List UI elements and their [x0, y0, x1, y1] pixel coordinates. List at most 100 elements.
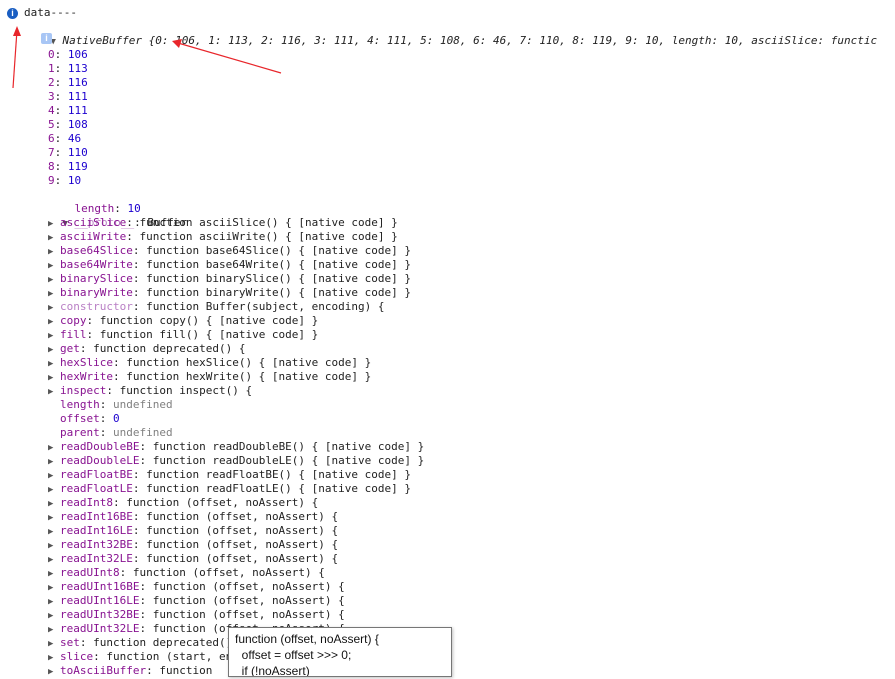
member-value: function (offset, noAssert) { — [126, 496, 319, 509]
proto-member-row[interactable]: ▶ readInt16LE: function (offset, noAssert… — [48, 524, 338, 538]
expand-triangle-icon[interactable]: ▶ — [48, 217, 60, 231]
proto-member-row[interactable]: ▶ get: function deprecated() { — [48, 342, 245, 356]
expand-triangle-icon[interactable]: ▶ — [48, 273, 60, 287]
expand-triangle-icon[interactable]: ▶ — [48, 287, 60, 301]
expand-triangle-icon[interactable]: ▶ — [48, 483, 60, 497]
proto-member-row[interactable]: ▶ base64Slice: function base64Slice() { [… — [48, 244, 411, 258]
member-key: offset — [60, 412, 100, 425]
expand-triangle-icon[interactable]: ▶ — [48, 511, 60, 525]
index-value: 116 — [67, 76, 88, 89]
proto-member-row[interactable]: ▶ readUInt16LE: function (offset, noAsser… — [48, 594, 345, 608]
expand-triangle-icon[interactable]: ▶ — [48, 245, 60, 259]
index-value: 111 — [67, 90, 88, 103]
expand-triangle-icon[interactable]: ▶ — [48, 637, 60, 651]
proto-member-row[interactable]: ▶ readDoubleLE: function readDoubleLE() {… — [48, 454, 424, 468]
expand-triangle-icon[interactable]: ▶ — [48, 665, 60, 679]
proto-member-row[interactable]: ▶ hexWrite: function hexWrite() { [native… — [48, 370, 371, 384]
member-value: undefined — [113, 426, 173, 439]
expand-triangle-icon[interactable]: ▶ — [48, 301, 60, 315]
log-label: data---- — [24, 6, 77, 19]
expand-triangle-icon[interactable]: ▶ — [48, 525, 60, 539]
member-value: function (offset, noAssert) { — [146, 524, 339, 537]
proto-member-row[interactable]: ▶ asciiSlice: function asciiSlice() { [na… — [48, 216, 398, 230]
expand-triangle-icon[interactable]: ▶ — [48, 539, 60, 553]
expand-triangle-icon[interactable]: ▶ — [48, 385, 60, 399]
proto-member-row[interactable]: ▶ hexSlice: function hexSlice() { [native… — [48, 356, 371, 370]
index-value: 113 — [67, 62, 88, 75]
proto-member-row[interactable]: ▶ base64Write: function base64Write() { [… — [48, 258, 411, 272]
proto-member-row[interactable]: ▶ toAsciiBuffer: function — [48, 664, 212, 678]
expand-triangle-icon[interactable]: ▶ — [48, 259, 60, 273]
member-value: function hexWrite() { [native code] } — [126, 370, 372, 383]
member-key: binaryWrite — [60, 286, 133, 299]
member-key: slice — [60, 650, 94, 663]
index-value: 10 — [67, 174, 82, 187]
proto-member-row[interactable]: ▶ readInt8: function (offset, noAssert) { — [48, 496, 318, 510]
expand-triangle-icon[interactable]: ▶ — [48, 609, 60, 623]
expand-triangle-icon[interactable]: ▶ — [48, 651, 60, 665]
index-row: 9: 10 — [48, 174, 82, 187]
index-value: 46 — [67, 132, 82, 145]
member-value: function base64Write() { [native code] } — [146, 258, 412, 271]
member-value: function deprecated() { — [93, 342, 246, 355]
member-key: readDoubleBE — [60, 440, 140, 453]
proto-member-row[interactable]: ▶ readUInt8: function (offset, noAssert) … — [48, 566, 325, 580]
expand-triangle-icon[interactable]: ▶ — [48, 623, 60, 637]
info-badge-icon[interactable]: i — [41, 33, 52, 44]
expand-triangle-icon[interactable]: ▶ — [48, 343, 60, 357]
expand-triangle-icon[interactable]: ▶ — [48, 553, 60, 567]
proto-member-row[interactable]: ▶ readInt32LE: function (offset, noAssert… — [48, 552, 338, 566]
expand-triangle-icon[interactable]: ▶ — [48, 315, 60, 329]
proto-member-row[interactable]: ▶ readFloatBE: function readFloatBE() { [… — [48, 468, 411, 482]
expand-triangle-icon[interactable]: ▶ — [48, 231, 60, 245]
index-value: 110 — [67, 146, 88, 159]
proto-member-row[interactable]: ▶ fill: function fill() { [native code] } — [48, 328, 318, 342]
object-summary-row[interactable]: ▼ NativeBuffer {0: 106, 1: 113, 2: 116, 3… — [24, 20, 878, 47]
proto-member-row[interactable]: ▶ readDoubleBE: function readDoubleBE() {… — [48, 440, 424, 454]
proto-member-row[interactable]: ▶ readInt16BE: function (offset, noAssert… — [48, 510, 338, 524]
proto-member-row[interactable]: ▶ binarySlice: function binarySlice() { [… — [48, 272, 411, 286]
member-key: length — [60, 398, 100, 411]
index-key: 3 — [48, 90, 55, 103]
member-key: constructor — [60, 300, 133, 313]
expand-triangle-icon[interactable]: ▶ — [48, 469, 60, 483]
index-value: 108 — [67, 118, 88, 131]
info-icon: i — [7, 8, 18, 19]
member-key: asciiWrite — [60, 230, 127, 243]
member-key: fill — [60, 328, 87, 341]
member-key: readDoubleLE — [60, 454, 140, 467]
member-key: readUInt8 — [60, 566, 120, 579]
expand-triangle-icon[interactable]: ▶ — [48, 455, 60, 469]
member-value: function (offset, noAssert) { — [152, 594, 345, 607]
expand-triangle-icon[interactable]: ▶ — [48, 497, 60, 511]
member-value: function readDoubleBE() { [native code] … — [152, 440, 425, 453]
member-value: function — [159, 664, 213, 677]
member-key: readInt32BE — [60, 538, 133, 551]
expand-triangle-icon[interactable]: ▶ — [48, 581, 60, 595]
index-key: 7 — [48, 146, 55, 159]
expand-triangle-icon[interactable]: ▶ — [48, 371, 60, 385]
proto-member-row[interactable]: ▶ readFloatLE: function readFloatLE() { [… — [48, 482, 411, 496]
member-value: function base64Slice() { [native code] } — [146, 244, 412, 257]
proto-member-row[interactable]: ▶ copy: function copy() { [native code] } — [48, 314, 318, 328]
expand-triangle-icon[interactable]: ▶ — [48, 357, 60, 371]
expand-triangle-icon[interactable]: ▶ — [48, 329, 60, 343]
proto-member-row[interactable]: ▶ readUInt16BE: function (offset, noAsser… — [48, 580, 345, 594]
proto-row[interactable]: ▼ __proto__: Buffer — [36, 202, 188, 229]
member-key: readInt16BE — [60, 510, 133, 523]
proto-member-row[interactable]: ▶ inspect: function inspect() { — [48, 384, 252, 398]
tooltip-line: if (!noAssert) — [235, 664, 310, 677]
member-value: function (offset, noAssert) { — [146, 510, 339, 523]
proto-member-row[interactable]: ▶ constructor: function Buffer(subject, e… — [48, 300, 385, 314]
expand-triangle-icon[interactable]: ▶ — [48, 595, 60, 609]
proto-member-row[interactable]: ▶ asciiWrite: function asciiWrite() { [na… — [48, 230, 398, 244]
proto-member-row[interactable]: ▶ set: function deprecated() { — [48, 636, 245, 650]
proto-member-row[interactable]: ▶ binaryWrite: function binaryWrite() { [… — [48, 286, 411, 300]
proto-member-row[interactable]: ▶ readInt32BE: function (offset, noAssert… — [48, 538, 338, 552]
proto-member-row[interactable]: ▶ readUInt32BE: function (offset, noAsser… — [48, 608, 345, 622]
proto-member-row: length: undefined — [60, 398, 173, 411]
expand-triangle-icon[interactable]: ▶ — [48, 441, 60, 455]
expand-triangle-icon[interactable]: ▶ — [48, 567, 60, 581]
collapse-triangle-icon[interactable]: ▼ — [51, 35, 63, 49]
member-value: function deprecated() { — [93, 636, 246, 649]
